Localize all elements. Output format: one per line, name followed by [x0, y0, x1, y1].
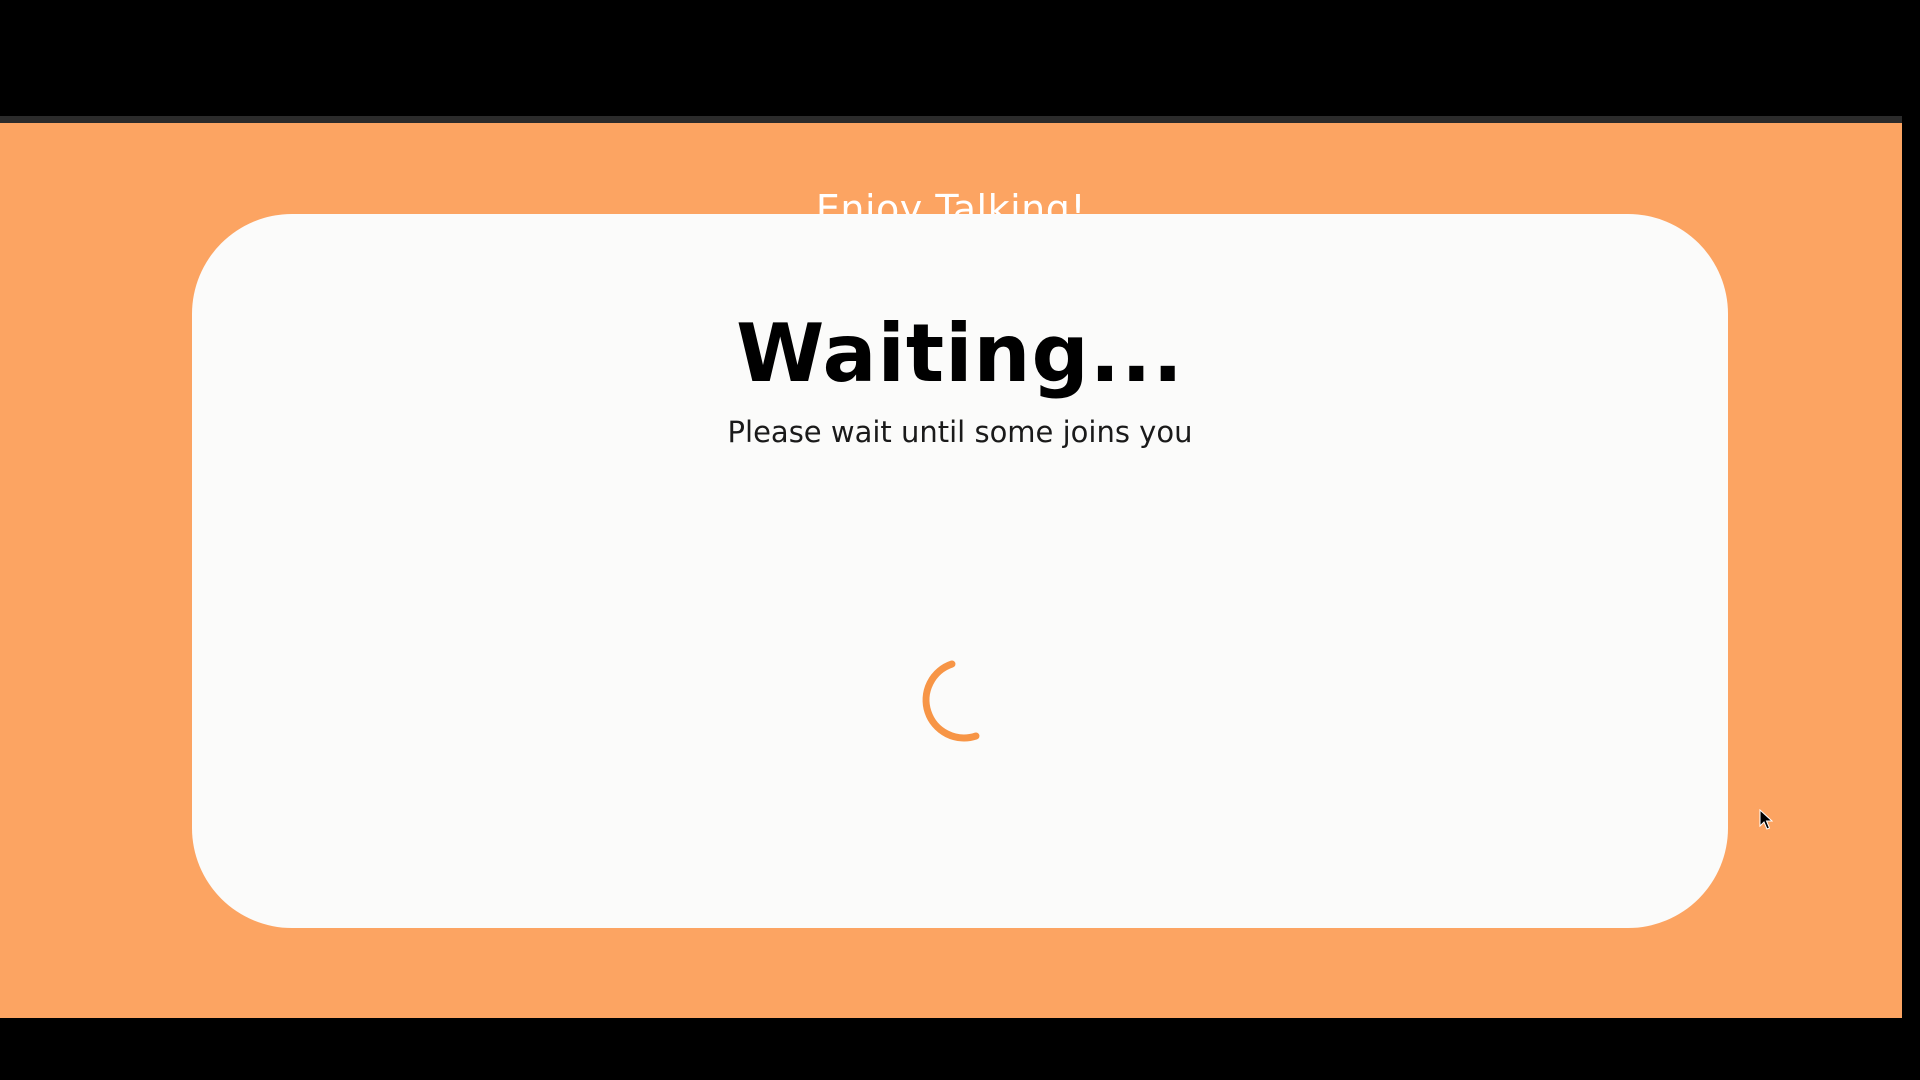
bottom-black-bar [0, 1018, 1920, 1080]
spinner-arc [922, 660, 980, 742]
top-divider [0, 116, 1902, 123]
loading-spinner-icon [922, 660, 980, 742]
waiting-title: Waiting... [736, 307, 1184, 400]
waiting-card: Waiting... Please wait until some joins … [192, 214, 1728, 928]
mouse-cursor-icon [1759, 809, 1773, 830]
screen-frame: Enjoy Talking! Waiting... Please wait un… [0, 0, 1920, 1080]
waiting-subtitle: Please wait until some joins you [727, 415, 1193, 449]
top-black-bar [0, 0, 1920, 116]
page-viewport: Enjoy Talking! Waiting... Please wait un… [0, 123, 1902, 1018]
right-black-strip [1902, 116, 1920, 1018]
